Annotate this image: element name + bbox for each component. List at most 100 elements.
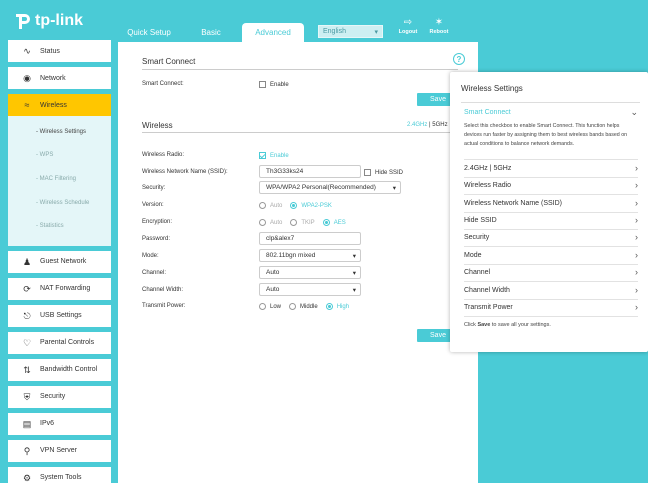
security-select[interactable]: WPA/WPA2 Personal(Recommended) ▾ bbox=[259, 181, 401, 194]
band-5ghz[interactable]: 5GHz bbox=[432, 122, 447, 128]
sidebar-item-usb-settings[interactable]: ⎋ USB Settings bbox=[8, 304, 111, 327]
help-row-mode[interactable]: Mode › bbox=[464, 249, 638, 261]
chevron-down-icon: ▾ bbox=[374, 28, 378, 36]
help-footer-text: Click bbox=[464, 322, 478, 328]
help-row-channel[interactable]: Channel › bbox=[464, 266, 638, 278]
help-row-channel-width[interactable]: Channel Width › bbox=[464, 284, 638, 296]
chevron-right-icon: › bbox=[635, 250, 638, 260]
help-row-smart-connect[interactable]: Smart Connect ⌄ bbox=[464, 106, 638, 118]
smart-connect-title: Smart Connect bbox=[142, 57, 196, 66]
sidebar-item-system-tools[interactable]: ⚙ System Tools bbox=[8, 466, 111, 483]
reboot-button[interactable]: ✶ Reboot bbox=[427, 17, 451, 35]
password-input[interactable]: clp&alex7 bbox=[259, 232, 361, 245]
guest-icon: ♟ bbox=[22, 256, 32, 267]
smart-connect-label: Smart Connect: bbox=[142, 81, 184, 87]
chevron-right-icon: › bbox=[635, 180, 638, 190]
help-description: Select this checkbox to enable Smart Con… bbox=[464, 123, 628, 147]
help-row-hide-ssid[interactable]: Hide SSID › bbox=[464, 214, 638, 226]
chevron-right-icon: › bbox=[635, 215, 638, 225]
gear-icon: ⚙ bbox=[22, 472, 32, 483]
submenu-wps[interactable]: - WPS bbox=[8, 144, 111, 168]
sidebar-item-label: Parental Controls bbox=[40, 339, 95, 347]
channel-width-select[interactable]: Auto ▾ bbox=[259, 283, 361, 296]
sidebar-item-ipv6[interactable]: ▤ IPv6 bbox=[8, 412, 111, 435]
security-value: WPA/WPA2 Personal(Recommended) bbox=[266, 184, 376, 191]
sidebar-item-label: VPN Server bbox=[40, 447, 77, 455]
sidebar-item-guest-network[interactable]: ♟ Guest Network bbox=[8, 250, 111, 273]
wireless-radio-checkbox[interactable]: Enable bbox=[259, 152, 289, 159]
divider bbox=[464, 281, 638, 282]
channel-select[interactable]: Auto ▾ bbox=[259, 266, 361, 279]
help-row-ssid[interactable]: Wireless Network Name (SSID) › bbox=[464, 197, 638, 209]
status-icon: ∿ bbox=[23, 46, 31, 56]
divider bbox=[464, 194, 638, 195]
hide-ssid-checkbox[interactable]: Hide SSID bbox=[364, 169, 403, 176]
heart-icon: ♡ bbox=[22, 337, 32, 348]
globe-icon: ◉ bbox=[23, 73, 31, 83]
logout-button[interactable]: ⇨ Logout bbox=[396, 17, 420, 35]
band-24ghz[interactable]: 2.4GHz bbox=[407, 122, 427, 128]
sidebar-item-status[interactable]: ∿ Status bbox=[8, 40, 111, 62]
wireless-radio-label: Wireless Radio: bbox=[142, 152, 185, 158]
version-options: Auto WPA2-PSK bbox=[259, 202, 340, 209]
help-row-wireless-radio[interactable]: Wireless Radio › bbox=[464, 179, 638, 191]
mode-select[interactable]: 802.11bgn mixed ▾ bbox=[259, 249, 361, 262]
submenu-wireless-settings[interactable]: - Wireless Settings bbox=[8, 120, 111, 144]
band-selector: 2.4GHz | 5GHz bbox=[407, 122, 448, 128]
sidebar-item-nat-forwarding[interactable]: ⟳ NAT Forwarding bbox=[8, 277, 111, 300]
submenu-statistics[interactable]: - Statistics bbox=[8, 214, 111, 238]
help-row-label: Channel bbox=[464, 268, 491, 276]
language-select[interactable]: English ▾ bbox=[318, 25, 383, 38]
version-auto-radio[interactable]: Auto bbox=[259, 202, 282, 209]
version-wpa2-radio[interactable]: WPA2-PSK bbox=[290, 202, 332, 209]
version-wpa2-label: WPA2-PSK bbox=[301, 202, 332, 209]
help-footer: Click Save to save all your settings. bbox=[464, 322, 551, 328]
help-panel: Wireless Settings Smart Connect ⌄ Select… bbox=[450, 72, 648, 352]
sidebar-item-parental-controls[interactable]: ♡ Parental Controls bbox=[8, 331, 111, 354]
logout-label: Logout bbox=[398, 29, 418, 35]
ipv6-icon: ▤ bbox=[22, 418, 32, 429]
power-middle-label: Middle bbox=[300, 303, 318, 310]
help-row-band[interactable]: 2.4GHz | 5GHz › bbox=[464, 162, 638, 174]
help-row-transmit-power[interactable]: Transmit Power › bbox=[464, 301, 638, 313]
chevron-down-icon: ▾ bbox=[392, 184, 396, 192]
bandwidth-icon: ⇅ bbox=[23, 364, 31, 375]
help-footer-text: to save all your settings. bbox=[490, 322, 551, 328]
power-low-radio[interactable]: Low bbox=[259, 303, 281, 310]
power-middle-radio[interactable]: Middle bbox=[289, 303, 318, 310]
tab-advanced[interactable]: Advanced bbox=[242, 23, 304, 42]
divider bbox=[464, 316, 638, 317]
tab-basic[interactable]: Basic bbox=[180, 23, 242, 41]
sidebar-item-label: Status bbox=[40, 47, 60, 55]
tab-quick-setup[interactable]: Quick Setup bbox=[118, 23, 180, 41]
radio-icon bbox=[289, 303, 297, 310]
chevron-right-icon: › bbox=[635, 232, 638, 242]
sidebar-item-wireless[interactable]: ≈ Wireless bbox=[8, 94, 111, 116]
checkbox-checked-icon bbox=[259, 152, 266, 159]
power-high-radio[interactable]: High bbox=[325, 303, 349, 310]
radio-icon bbox=[290, 219, 298, 226]
smart-connect-checkbox[interactable]: Enable bbox=[259, 81, 289, 88]
encryption-tkip-radio[interactable]: TKIP bbox=[290, 219, 315, 226]
radio-icon bbox=[259, 202, 266, 209]
help-row-label: Wireless Radio bbox=[464, 181, 512, 189]
logout-icon: ⇨ bbox=[403, 17, 413, 28]
encryption-auto-radio[interactable]: Auto bbox=[259, 219, 282, 226]
sidebar-item-bandwidth-control[interactable]: ⇅ Bandwidth Control bbox=[8, 358, 111, 381]
ssid-input[interactable]: Th3G33ks24 bbox=[259, 165, 361, 178]
password-label: Password: bbox=[142, 236, 171, 242]
sidebar-item-vpn-server[interactable]: ⚲ VPN Server bbox=[8, 439, 111, 462]
radio-icon bbox=[259, 219, 266, 226]
submenu-mac-filtering[interactable]: - MAC Filtering bbox=[8, 167, 111, 191]
sidebar-item-label: IPv6 bbox=[40, 420, 55, 428]
sidebar-item-network[interactable]: ◉ Network bbox=[8, 67, 111, 89]
help-icon[interactable]: ? bbox=[453, 53, 465, 65]
sidebar-item-security[interactable]: ⛨ Security bbox=[8, 385, 111, 408]
encryption-aes-radio[interactable]: AES bbox=[322, 219, 346, 226]
divider bbox=[464, 264, 638, 265]
shield-icon: ⛨ bbox=[23, 391, 31, 402]
help-row-security[interactable]: Security › bbox=[464, 231, 638, 243]
mode-value: 802.11bgn mixed bbox=[266, 252, 316, 259]
submenu-wireless-schedule[interactable]: - Wireless Schedule bbox=[8, 191, 111, 215]
sidebar-item-label: NAT Forwarding bbox=[40, 285, 91, 293]
